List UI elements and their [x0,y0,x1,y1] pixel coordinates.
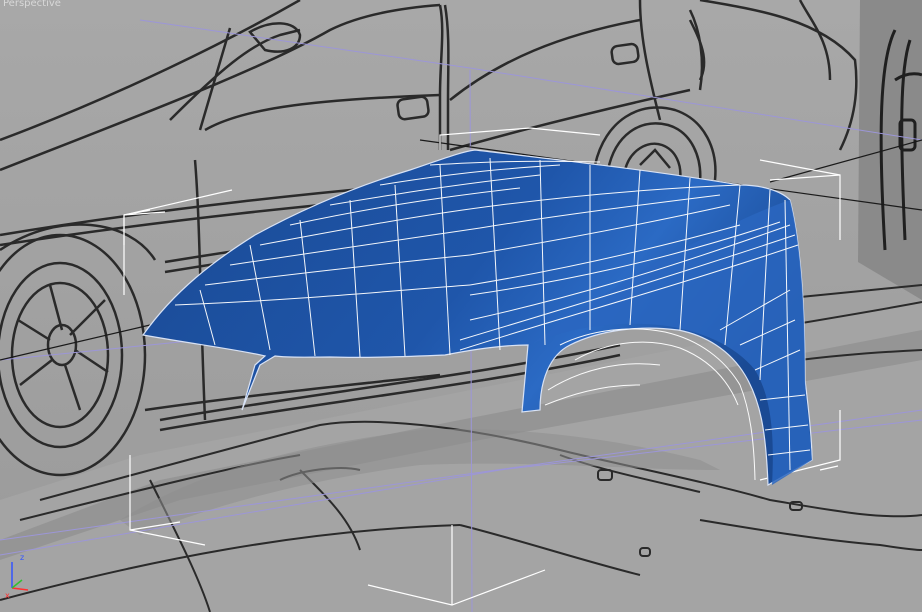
viewport-label[interactable]: Perspective [3,0,61,9]
axis-x-label: x [5,591,10,600]
axis-z-label: z [20,553,24,562]
perspective-viewport[interactable]: z x Perspective [0,0,922,612]
viewport-scene[interactable]: z x [0,0,922,612]
